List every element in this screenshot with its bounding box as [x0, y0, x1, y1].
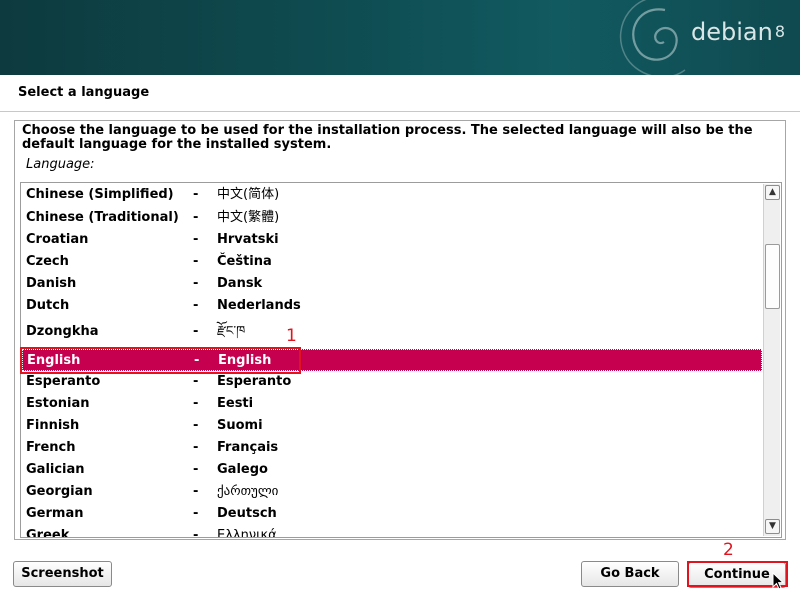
- language-separator: -: [193, 254, 199, 269]
- language-native-name: Eesti: [217, 396, 254, 411]
- language-name: Estonian: [26, 396, 90, 411]
- listbox-scrollbar[interactable]: ▲ ▼: [763, 184, 780, 536]
- language-row[interactable]: Czech - Čeština: [22, 251, 762, 273]
- brand-name: debian: [690, 18, 773, 46]
- language-separator: -: [193, 232, 199, 247]
- language-separator: -: [193, 374, 199, 389]
- language-separator: -: [193, 396, 199, 411]
- language-name: Georgian: [26, 484, 93, 499]
- go-back-button[interactable]: Go Back: [581, 561, 679, 587]
- mouse-pointer-icon: [772, 572, 784, 590]
- language-separator: -: [193, 276, 199, 291]
- heading-divider: [0, 111, 800, 112]
- language-native-name: Suomi: [217, 418, 263, 433]
- language-name: French: [26, 440, 76, 455]
- annotation-box-english: [20, 347, 301, 374]
- language-row[interactable]: French - Français: [22, 437, 762, 459]
- language-native-name: Esperanto: [217, 374, 292, 389]
- language-separator: -: [193, 324, 199, 339]
- debian-brand: debian 8: [691, 18, 785, 46]
- language-name: Galician: [26, 462, 85, 477]
- language-row[interactable]: Chinese (Simplified) - 中文(简体): [22, 184, 762, 206]
- language-row[interactable]: Georgian - ქართული: [22, 481, 762, 503]
- language-native-name: Nederlands: [217, 298, 301, 313]
- intro-text: Choose the language to be used for the i…: [22, 123, 753, 152]
- language-native-name: རྫོང་ཁ: [217, 324, 246, 339]
- language-separator: -: [193, 418, 199, 433]
- language-row[interactable]: Esperanto - Esperanto: [22, 371, 762, 393]
- language-separator: -: [193, 462, 199, 477]
- language-row[interactable]: Galician - Galego: [22, 459, 762, 481]
- annotation-number-2: 2: [723, 540, 734, 560]
- language-row[interactable]: Croatian - Hrvatski: [22, 229, 762, 251]
- language-separator: -: [193, 506, 199, 521]
- language-separator: -: [193, 484, 199, 499]
- language-row[interactable]: Chinese (Traditional) - 中文(繁體): [22, 207, 762, 229]
- language-name: Dzongkha: [26, 324, 99, 339]
- language-name: Dutch: [26, 298, 70, 313]
- language-name: Czech: [26, 254, 69, 269]
- screenshot-button[interactable]: Screenshot: [13, 561, 112, 587]
- scroll-up-arrow-icon[interactable]: ▲: [765, 185, 780, 200]
- language-native-name: Français: [217, 440, 279, 455]
- language-native-name: 中文(简体): [217, 187, 280, 202]
- language-name: Chinese (Simplified): [26, 187, 174, 202]
- language-row[interactable]: Estonian - Eesti: [22, 393, 762, 415]
- language-row[interactable]: Dzongkha - རྫོང་ཁ: [22, 317, 762, 347]
- brand-version: 8: [774, 22, 785, 41]
- language-name: Finnish: [26, 418, 80, 433]
- language-name: German: [26, 506, 84, 521]
- language-name: Chinese (Traditional): [26, 210, 179, 225]
- language-field-label: Language:: [26, 157, 95, 172]
- language-native-name: Galego: [217, 462, 268, 477]
- language-name: Danish: [26, 276, 77, 291]
- installer-banner: debian 8: [0, 0, 800, 75]
- debian-swirl-logo: [619, 0, 686, 75]
- language-separator: -: [193, 440, 199, 455]
- language-native-name: Deutsch: [217, 506, 277, 521]
- language-native-name: Čeština: [217, 254, 272, 269]
- language-name: Esperanto: [26, 374, 101, 389]
- language-separator: -: [193, 528, 199, 538]
- page-title: Select a language: [18, 85, 150, 100]
- scroll-down-arrow-icon[interactable]: ▼: [765, 519, 780, 534]
- language-native-name: ქართული: [217, 484, 279, 499]
- language-separator: -: [193, 187, 199, 202]
- language-name: Greek: [26, 528, 70, 538]
- language-row[interactable]: Finnish - Suomi: [22, 415, 762, 437]
- language-native-name: Hrvatski: [217, 232, 279, 247]
- language-name: Croatian: [26, 232, 89, 247]
- language-separator: -: [193, 210, 199, 225]
- language-row[interactable]: Danish - Dansk: [22, 273, 762, 295]
- language-separator: -: [193, 298, 199, 313]
- annotation-number-1: 1: [286, 326, 297, 346]
- language-native-name: Ελληνικά: [217, 528, 277, 538]
- scrollbar-thumb[interactable]: [765, 244, 780, 309]
- language-native-name: 中文(繁體): [217, 210, 280, 225]
- language-row[interactable]: German - Deutsch: [22, 503, 762, 525]
- language-native-name: Dansk: [217, 276, 263, 291]
- language-row[interactable]: Greek - Ελληνικά: [22, 525, 762, 538]
- language-row[interactable]: Dutch - Nederlands: [22, 295, 762, 317]
